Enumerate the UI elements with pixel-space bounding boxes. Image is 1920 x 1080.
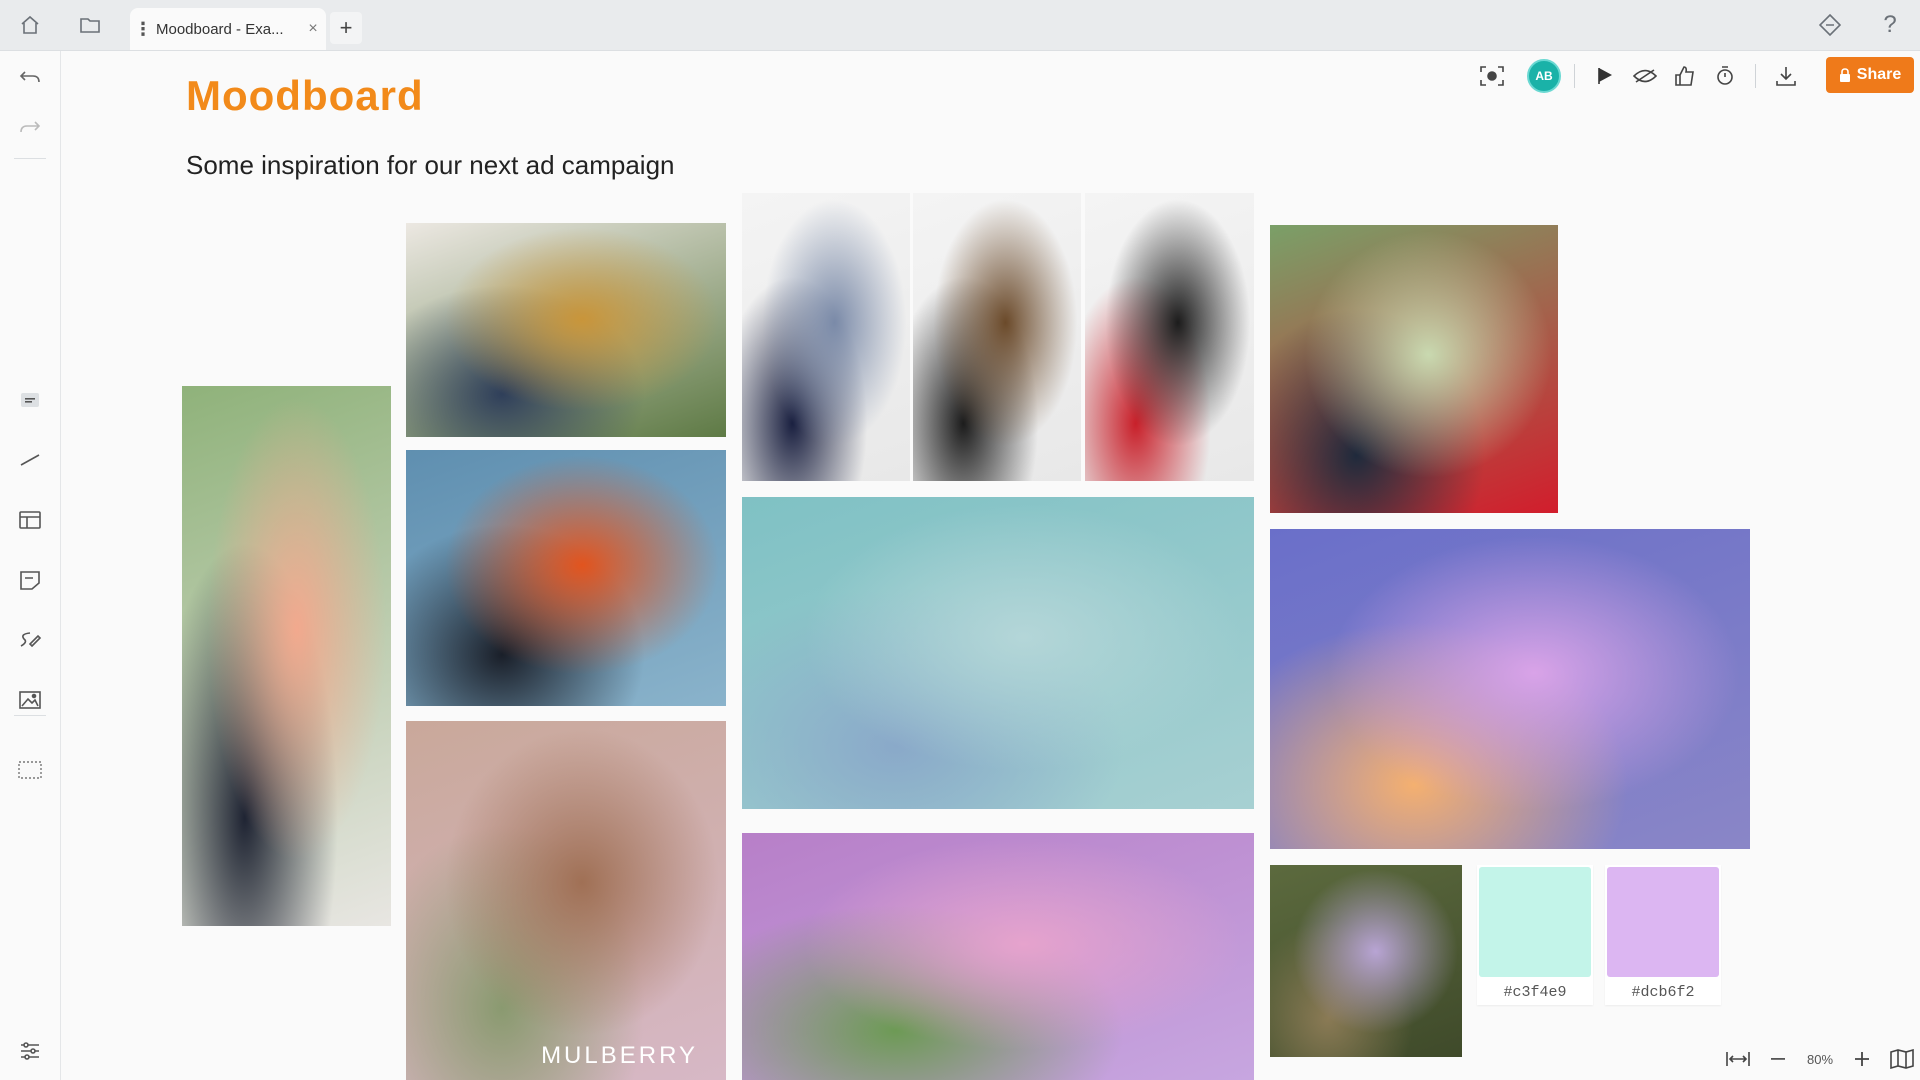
color-swatch[interactable]: #c3f4e9 <box>1477 865 1593 1005</box>
photo-lv-model-3[interactable] <box>1085 193 1254 481</box>
photo-woman-sofa-green-bag[interactable] <box>406 223 726 437</box>
flag-icon <box>1598 68 1612 84</box>
diamond-button[interactable] <box>1800 0 1860 50</box>
board-icon <box>19 511 41 529</box>
photo-woman-denim-teal[interactable] <box>742 497 1254 809</box>
tab-moodboard[interactable]: ⋮ Moodboard - Exa... × <box>130 8 326 50</box>
board-tool-button[interactable] <box>0 500 60 540</box>
draw-tool-button[interactable] <box>0 620 60 660</box>
tab-menu-icon[interactable]: ⋮ <box>130 19 156 40</box>
redo-button[interactable] <box>0 107 60 147</box>
comment-icon <box>20 571 40 590</box>
zoom-in-button[interactable] <box>1842 1042 1882 1076</box>
zoom-controls: 80% <box>1718 1042 1920 1076</box>
minus-icon <box>1771 1058 1785 1060</box>
selection-tool-button[interactable] <box>0 750 60 790</box>
user-avatar[interactable]: AB <box>1524 56 1564 96</box>
home-button[interactable] <box>0 0 60 50</box>
share-button[interactable]: Share <box>1826 57 1914 93</box>
stopwatch-icon <box>1717 66 1733 85</box>
comment-tool-button[interactable] <box>0 560 60 600</box>
avatar: AB <box>1527 59 1561 93</box>
diamond-icon <box>1819 14 1841 36</box>
image-tool-button[interactable] <box>0 680 60 720</box>
photo-lv-model-1[interactable] <box>742 193 910 481</box>
undo-button[interactable] <box>0 57 60 97</box>
line-tool-button[interactable] <box>0 440 60 480</box>
toolbar-divider <box>1574 64 1575 88</box>
color-swatch[interactable]: #dcb6f2 <box>1605 865 1721 1005</box>
tab-title: Moodboard - Exa... <box>156 20 284 38</box>
help-icon: ? <box>1883 11 1897 38</box>
photo-lv-model-2[interactable] <box>913 193 1081 481</box>
dashed-selection-icon <box>18 761 42 779</box>
image-icon <box>19 691 41 709</box>
capture-button[interactable] <box>1472 56 1512 96</box>
folder-button[interactable] <box>60 0 120 50</box>
swatch-color-chip <box>1479 867 1591 977</box>
map-icon <box>1890 1049 1914 1069</box>
fit-width-button[interactable] <box>1718 1042 1758 1076</box>
toolbar-divider <box>14 158 46 159</box>
timer-button[interactable] <box>1705 56 1745 96</box>
redo-icon <box>20 121 41 133</box>
folder-icon <box>80 18 100 33</box>
toolbar-divider <box>14 715 46 716</box>
undo-icon <box>19 71 40 83</box>
line-icon <box>20 454 40 466</box>
plus-icon <box>1855 1052 1869 1066</box>
present-button[interactable] <box>1585 56 1625 96</box>
home-icon <box>21 15 39 34</box>
board-title: Moodboard <box>186 72 424 119</box>
screenshot-icon <box>1480 66 1504 86</box>
sliders-icon <box>21 1042 39 1060</box>
photo-hydrangea-girl[interactable] <box>742 833 1254 1080</box>
like-button[interactable] <box>1665 56 1705 96</box>
lock-icon <box>1839 68 1850 82</box>
photo-woman-red-bag-floral[interactable] <box>1270 225 1558 513</box>
tab-close-icon[interactable]: × <box>300 20 326 38</box>
thumbs-up-icon <box>1675 66 1694 86</box>
photo-sunset-sea[interactable] <box>1270 529 1750 849</box>
photo-lilac-handbag[interactable] <box>1270 865 1462 1057</box>
tab-bar: ⋮ Moodboard - Exa... × + ? <box>0 0 1920 51</box>
swatch-hex-label: #c3f4e9 <box>1503 984 1567 1001</box>
text-block-icon <box>21 393 39 407</box>
swatch-color-chip <box>1607 867 1719 977</box>
board-subtitle: Some inspiration for our next ad campaig… <box>186 150 675 180</box>
eye-hidden-icon <box>1633 69 1657 83</box>
help-button[interactable]: ? <box>1860 0 1920 50</box>
download-button[interactable] <box>1766 56 1806 96</box>
photo-mulberry-garden[interactable]: MULBERRY <box>406 721 726 1080</box>
pen-icon <box>20 632 42 648</box>
new-tab-button[interactable]: + <box>330 12 362 44</box>
board-toolbar: AB <box>1472 56 1806 96</box>
text-tool-button[interactable] <box>0 380 60 420</box>
zoom-level: 80% <box>1806 1051 1834 1067</box>
swatch-hex-label: #dcb6f2 <box>1631 984 1695 1001</box>
toolbar-divider <box>1755 64 1756 88</box>
photo-woman-orange-coat[interactable] <box>406 450 726 706</box>
zoom-out-button[interactable] <box>1758 1042 1798 1076</box>
download-icon <box>1776 67 1796 86</box>
left-toolbar <box>0 51 61 1080</box>
minimap-button[interactable] <box>1882 1042 1920 1076</box>
visibility-button[interactable] <box>1625 56 1665 96</box>
settings-button[interactable] <box>0 1031 60 1071</box>
share-label: Share <box>1856 66 1902 83</box>
mulberry-caption: MULBERRY <box>541 1042 698 1069</box>
fit-width-icon <box>1726 1052 1750 1066</box>
photo-woman-pink-blazer[interactable] <box>182 386 391 926</box>
